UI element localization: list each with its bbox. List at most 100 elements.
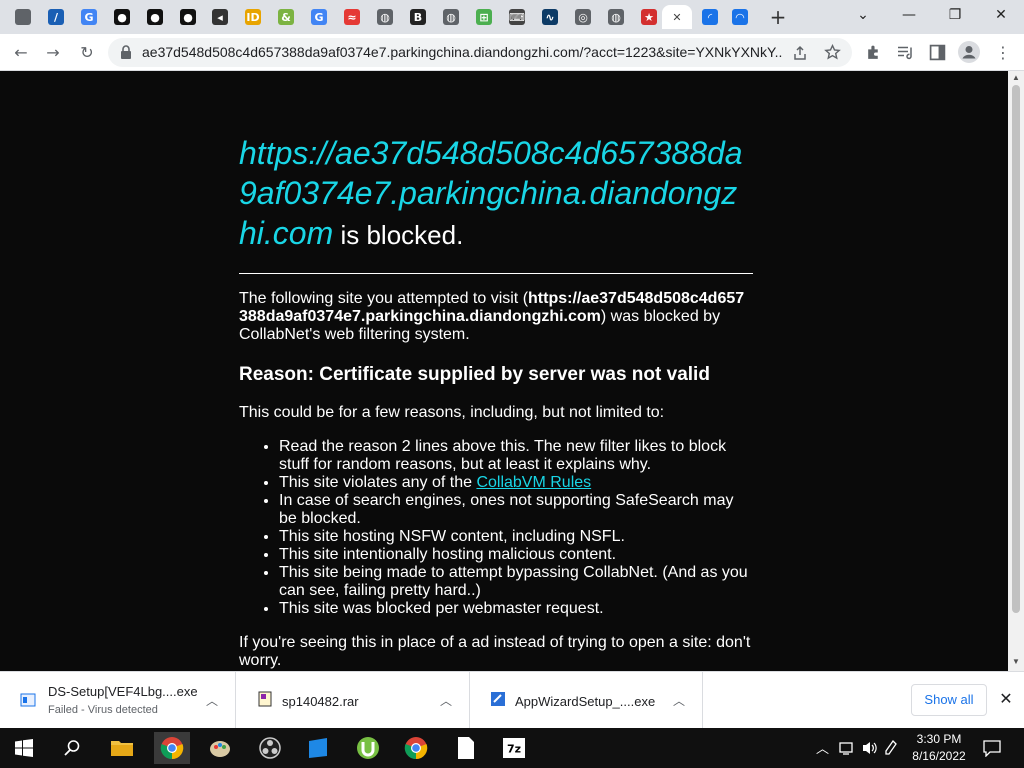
- tab-search-button[interactable]: ⌄: [840, 0, 886, 30]
- browser-tab[interactable]: ★: [636, 5, 662, 29]
- media-control-icon[interactable]: [897, 44, 915, 61]
- chevron-up-icon[interactable]: ︿: [672, 692, 686, 708]
- github-icon: ●: [114, 9, 130, 25]
- loading-spinner-icon: ◠: [732, 9, 748, 25]
- browser-tab[interactable]: G: [76, 5, 102, 29]
- profile-avatar-icon[interactable]: [958, 41, 980, 63]
- minimize-button[interactable]: —: [886, 0, 932, 30]
- taskbar: 7z ︿ 3:30 PM 8/16/2022: [0, 728, 1024, 768]
- list-item: This site intentionally hosting maliciou…: [279, 546, 753, 564]
- utorrent-icon: [357, 737, 379, 759]
- browser-tab[interactable]: ◍: [603, 5, 629, 29]
- url-text[interactable]: ae37d548d508c4d657388da9af0374e7.parking…: [142, 38, 782, 67]
- download-filename: sp140482.rar: [282, 694, 359, 709]
- app-taskbar-button[interactable]: [302, 732, 334, 764]
- download-item[interactable]: sp140482.rar ︿: [237, 672, 470, 729]
- file-explorer-button[interactable]: [106, 732, 138, 764]
- globe-icon: ◍: [608, 9, 624, 25]
- clock-time: 3:30 PM: [916, 732, 962, 746]
- list-item: This site violates any of the CollabVM R…: [279, 474, 753, 492]
- green-ampersand-icon: &: [278, 9, 294, 25]
- lock-icon[interactable]: [120, 45, 132, 59]
- browser-tab[interactable]: ⌨: [504, 5, 530, 29]
- browser-tab[interactable]: ◍: [438, 5, 464, 29]
- back-button[interactable]: ←: [8, 40, 34, 66]
- scrollbar[interactable]: ▲ ▼: [1008, 71, 1024, 671]
- reload-button[interactable]: ↻: [74, 40, 100, 66]
- paint-taskbar-button[interactable]: [204, 732, 236, 764]
- download-item[interactable]: AppWizardSetup_....exe ︿: [470, 672, 703, 729]
- notification-icon[interactable]: [983, 739, 1001, 757]
- browser-tab[interactable]: ◜: [697, 5, 723, 29]
- new-tab-button[interactable]: +: [767, 6, 789, 28]
- window-close-button[interactable]: ✕: [978, 0, 1024, 30]
- chevron-up-icon[interactable]: ︿: [205, 692, 219, 708]
- red-star-icon: ★: [641, 9, 657, 25]
- download-filename: DS-Setup[VEF4Lbg....exe: [48, 684, 198, 699]
- chrome-alt-taskbar-button[interactable]: [400, 732, 432, 764]
- browser-tab[interactable]: ◠: [727, 5, 753, 29]
- intro-prefix: The following site you attempted to visi…: [239, 290, 529, 307]
- blue-slash-icon: /: [48, 9, 64, 25]
- browser-tab[interactable]: ≈: [339, 5, 365, 29]
- browser-tab[interactable]: G: [306, 5, 332, 29]
- browser-tab[interactable]: B: [405, 5, 431, 29]
- google-icon: G: [311, 9, 327, 25]
- scroll-up-icon[interactable]: ▲: [1012, 73, 1020, 82]
- extensions-icon[interactable]: [865, 44, 882, 61]
- address-bar[interactable]: ae37d548d508c4d657388da9af0374e7.parking…: [108, 38, 852, 67]
- browser-tab[interactable]: ∿: [537, 5, 563, 29]
- 7zip-icon: 7z: [503, 738, 525, 758]
- volume-icon[interactable]: [861, 739, 879, 757]
- footer-text: If you're seeing this in place of a ad i…: [239, 634, 751, 669]
- browser-tab[interactable]: &: [273, 5, 299, 29]
- globe-icon: ◍: [443, 9, 459, 25]
- scrollbar-thumb[interactable]: [1012, 85, 1020, 613]
- share-icon[interactable]: [792, 45, 808, 61]
- browser-tab[interactable]: ●: [142, 5, 168, 29]
- bookmark-star-icon[interactable]: [824, 44, 841, 61]
- menu-button[interactable]: ⋮: [990, 40, 1016, 66]
- forward-button[interactable]: →: [40, 40, 66, 66]
- chevron-up-icon[interactable]: ︿: [439, 692, 453, 708]
- intro-text: The following site you attempted to visi…: [239, 290, 753, 344]
- list-item-text: This site violates any of the: [279, 474, 477, 491]
- obs-taskbar-button[interactable]: [254, 732, 286, 764]
- globe-icon: ◍: [377, 9, 393, 25]
- browser-tab[interactable]: ●: [109, 5, 135, 29]
- browser-tab[interactable]: /: [43, 5, 69, 29]
- network-icon[interactable]: [839, 740, 857, 756]
- collabvm-rules-link[interactable]: CollabVM Rules: [476, 474, 591, 491]
- close-icon[interactable]: ✕: [669, 9, 685, 25]
- 7zip-taskbar-button[interactable]: 7z: [498, 732, 530, 764]
- start-button[interactable]: [8, 732, 40, 764]
- google-icon: G: [81, 9, 97, 25]
- close-icon[interactable]: ✕: [997, 690, 1015, 708]
- download-item[interactable]: DS-Setup[VEF4Lbg....exe Failed - Virus d…: [0, 672, 236, 729]
- block-notice: https://ae37d548d508c4d657388da9af0374e7…: [239, 133, 753, 670]
- browser-tab[interactable]: ID: [240, 5, 266, 29]
- browser-tab[interactable]: ◍: [372, 5, 398, 29]
- browser-tab[interactable]: ●: [175, 5, 201, 29]
- notepad-taskbar-button[interactable]: [450, 732, 482, 764]
- browser-tab[interactable]: ⊞: [471, 5, 497, 29]
- browser-tab[interactable]: [10, 5, 36, 29]
- pen-icon[interactable]: [884, 739, 898, 757]
- chrome-taskbar-button[interactable]: [154, 732, 190, 764]
- github-icon: ●: [180, 9, 196, 25]
- side-panel-icon[interactable]: [929, 44, 946, 61]
- utorrent-taskbar-button[interactable]: [352, 732, 384, 764]
- browser-tab[interactable]: ◂: [207, 5, 233, 29]
- browser-tab[interactable]: ◎: [570, 5, 596, 29]
- download-status: Failed - Virus detected: [48, 704, 158, 716]
- search-button[interactable]: [56, 732, 88, 764]
- paint-palette-icon: [210, 741, 230, 757]
- show-all-button[interactable]: Show all: [911, 684, 987, 716]
- browser-tab[interactable]: ✕: [662, 5, 692, 29]
- clock[interactable]: 3:30 PM 8/16/2022: [900, 731, 978, 765]
- stock-chart-icon: ∿: [542, 9, 558, 25]
- scroll-down-icon[interactable]: ▼: [1012, 657, 1020, 666]
- restore-button[interactable]: ❐: [932, 0, 978, 30]
- lead-text: This could be for a few reasons, includi…: [239, 404, 665, 421]
- chevron-up-icon[interactable]: ︿: [816, 738, 829, 757]
